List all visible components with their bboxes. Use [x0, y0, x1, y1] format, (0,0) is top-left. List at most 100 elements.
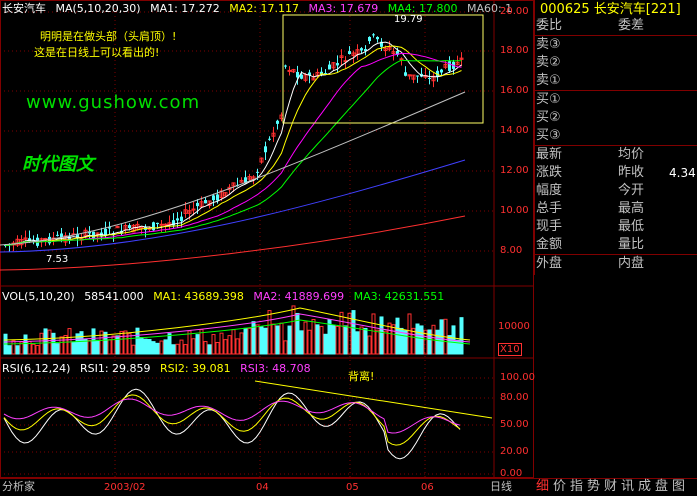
- cur-vol-label: 现手: [536, 219, 563, 234]
- volume-bar: [87, 339, 92, 355]
- open-label: 今开: [618, 183, 645, 198]
- candle-body: [284, 65, 287, 67]
- amplitude-label: 幅度: [536, 183, 563, 198]
- weicha-label: 委差: [618, 18, 645, 33]
- ma-params: MA(5,10,20,30): [55, 2, 141, 15]
- candle-body: [336, 63, 339, 66]
- candle-body: [296, 71, 299, 78]
- rsi1-value: RSI1: 29.859: [79, 362, 151, 375]
- tab-trend[interactable]: 势: [587, 478, 600, 495]
- price-axis-label: 20.00: [500, 6, 529, 17]
- volume-bar: [31, 343, 36, 355]
- volume-bar: [355, 331, 360, 355]
- prev-close-value: 4.34: [669, 166, 696, 180]
- tab-news[interactable]: 讯: [621, 478, 634, 495]
- volume-bar: [427, 329, 432, 355]
- volume-bar: [395, 317, 400, 355]
- volume-bar: [351, 310, 356, 355]
- volume-bar: [115, 335, 120, 355]
- volume-bar: [223, 339, 228, 355]
- volume-bar: [263, 327, 268, 355]
- candle-body: [287, 69, 292, 72]
- tab-price[interactable]: 价: [553, 478, 566, 495]
- volume-bar: [359, 326, 364, 355]
- vol-ma3: MA3: 42631.551: [353, 290, 445, 303]
- candle-body: [376, 37, 379, 40]
- candle-body: [128, 225, 131, 229]
- annotation-head-shoulders: 明明是在做头部（头肩顶）!: [40, 30, 177, 43]
- volume-bar: [175, 343, 180, 355]
- volume-bar: [291, 305, 296, 355]
- volume-bar: [379, 316, 384, 355]
- volume-bar: [15, 345, 20, 355]
- price-axis-label: 12.00: [500, 165, 529, 176]
- price-axis-label: 18.00: [500, 45, 529, 56]
- tab-deal[interactable]: 成: [638, 478, 651, 495]
- ma1-value: MA1: 17.272: [150, 2, 220, 15]
- rsi-axis-label: 50.00: [500, 419, 529, 430]
- volume-bar: [283, 340, 288, 355]
- vol-value: 58541.000: [84, 290, 144, 303]
- total-vol-label: 总手: [536, 201, 563, 216]
- change-label: 涨跌: [536, 165, 563, 180]
- candle-body: [216, 194, 219, 201]
- tab-book[interactable]: 盘: [655, 478, 668, 495]
- candle-body: [180, 216, 183, 222]
- quote-title: 000625 长安汽车[221]: [540, 2, 681, 18]
- candle-body: [176, 218, 179, 221]
- volume-bar: [99, 330, 104, 355]
- tab-detail[interactable]: 细: [536, 478, 549, 495]
- sell-1-label: 卖①: [536, 73, 561, 88]
- high-price-label: 19.79: [394, 14, 423, 25]
- volume-bar: [411, 327, 416, 355]
- volume-bar: [111, 335, 116, 355]
- volume-bar: [311, 318, 316, 355]
- candle-body: [256, 171, 259, 173]
- volume-bar: [63, 335, 68, 355]
- annotation-daily-line: 这是在日线上可以看出的!: [34, 46, 160, 59]
- amount-label: 金额: [536, 237, 563, 252]
- vol-axis-unit: X10: [498, 343, 522, 356]
- tab-index[interactable]: 指: [570, 478, 583, 495]
- candle-body: [56, 234, 59, 236]
- daily-tab[interactable]: 日线: [490, 478, 512, 495]
- candle-body: [276, 120, 279, 124]
- volume-bar: [119, 330, 124, 355]
- sell-3-label: 卖③: [536, 37, 561, 52]
- analysis-tab[interactable]: 分析家: [2, 478, 35, 495]
- tab-finance[interactable]: 财: [604, 478, 617, 495]
- volume-bar: [71, 341, 76, 355]
- candle-body: [448, 61, 451, 71]
- volume-bar: [419, 325, 424, 355]
- volume-bar: [287, 325, 292, 355]
- candle-body: [191, 208, 196, 211]
- rsi-divergence-note: 背离!: [348, 370, 375, 383]
- buy-1-label: 买①: [536, 92, 561, 107]
- candle-body: [156, 222, 159, 225]
- volume-bar: [363, 327, 368, 355]
- candle-body: [372, 34, 375, 36]
- candle-body: [48, 236, 51, 244]
- rsi-axis-label: 80.00: [500, 392, 529, 403]
- volume-bar: [227, 335, 232, 355]
- candle-body: [196, 202, 199, 207]
- price-axis-label: 8.00: [500, 245, 523, 256]
- volume-bar: [103, 331, 108, 355]
- volume-bar: [231, 329, 236, 355]
- volume-bar: [23, 334, 28, 355]
- chart-stock-name: 长安汽车: [2, 2, 46, 15]
- avg-price-label: 均价: [618, 147, 645, 162]
- vol-params: VOL(5,10,20): [2, 290, 75, 303]
- candle-body: [328, 64, 331, 70]
- volume-bar: [383, 330, 388, 355]
- volume-bar: [267, 310, 272, 355]
- volume-bar: [403, 330, 408, 355]
- volume-bar: [207, 344, 212, 355]
- tab-chart[interactable]: 图: [672, 478, 685, 495]
- volume-bar: [67, 328, 72, 355]
- volume-bar: [215, 342, 220, 355]
- volume-bar: [55, 343, 60, 355]
- candle-body: [368, 36, 371, 42]
- vol-ma1: MA1: 43689.398: [153, 290, 244, 303]
- ma3-value: MA3: 17.679: [308, 2, 379, 15]
